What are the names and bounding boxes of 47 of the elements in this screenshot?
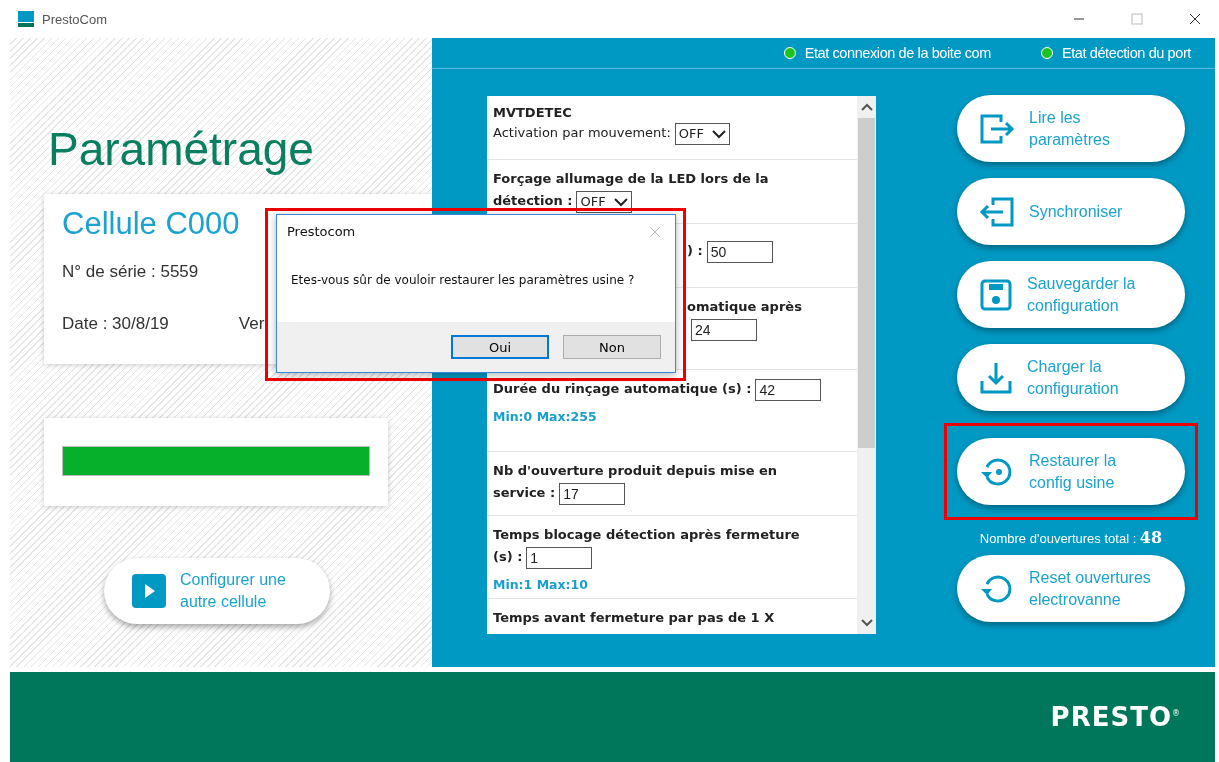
- app-icon: [18, 11, 34, 27]
- input-field[interactable]: 24: [691, 318, 757, 341]
- openings-total: Nombre d'ouvertures total : 48: [979, 528, 1163, 547]
- parameter-label: ) :: [687, 243, 703, 258]
- play-icon: [132, 574, 166, 608]
- parameter-label: Activation par mouvement:: [493, 125, 671, 140]
- parameter-label: Nb d'ouverture produit depuis mise en: [493, 463, 778, 478]
- dropdown[interactable]: OFF: [674, 122, 731, 145]
- parameter-label: (s) :: [493, 549, 523, 564]
- input-field[interactable]: 17: [559, 482, 626, 505]
- scroll-up-icon[interactable]: [859, 102, 874, 112]
- input-field[interactable]: 50: [706, 240, 773, 263]
- parameter-label: Forçage allumage de la LED lors de la: [493, 171, 769, 186]
- dialog-button[interactable]: Non: [563, 335, 661, 359]
- window-title: PrestoCom: [42, 11, 108, 27]
- scroll-down-icon[interactable]: [859, 618, 874, 628]
- parameter-label: Temps avant fermeture par pas de 1 X: [493, 609, 775, 625]
- maximize-icon[interactable]: [1131, 13, 1143, 25]
- dialog-message: Etes-vous sûr de vouloir restaurer les paramètres usine ?: [291, 273, 635, 287]
- range-hint: Min:0 Max:255: [493, 408, 597, 424]
- range-hint: Min:1 Max:10: [493, 576, 588, 592]
- dialog-button[interactable]: Oui: [451, 335, 549, 359]
- parameter-label: détection :: [493, 193, 573, 208]
- save-icon: [979, 277, 1013, 312]
- input-field[interactable]: 1: [526, 546, 593, 569]
- status-label: Etat connexion de la boite com: [804, 45, 991, 61]
- scroll-thumb[interactable]: [858, 118, 875, 448]
- parameter-label: Durée du rinçage automatique (s) :: [493, 381, 752, 396]
- input-field[interactable]: 42: [755, 378, 822, 401]
- parameter-title: MVTDETEC: [493, 104, 573, 122]
- date-text: Date : 30/8/19: [62, 314, 169, 334]
- close-icon[interactable]: [1189, 13, 1201, 25]
- chevron-down-icon: [613, 196, 628, 207]
- download-icon: [979, 360, 1013, 395]
- version-text: Ver: [238, 314, 265, 334]
- status-label: Etat détection du port: [1061, 45, 1191, 61]
- dialog-title: Prestocom: [287, 224, 356, 239]
- cell-title: Cellule C000: [62, 206, 240, 242]
- presto-logo: PRESTO$^{®}$: [1050, 702, 1181, 732]
- serial-number: N° de série : 5559: [62, 262, 199, 282]
- page-heading: Paramétrage: [48, 122, 314, 176]
- parameter-label: Temps blocage détection après fermeture: [493, 527, 800, 542]
- parameter-label: service :: [493, 485, 556, 500]
- dropdown[interactable]: OFF: [576, 190, 632, 213]
- chevron-down-icon: [712, 128, 727, 139]
- parameter-label: omatique après: [687, 299, 802, 314]
- scrollbar[interactable]: [857, 96, 876, 634]
